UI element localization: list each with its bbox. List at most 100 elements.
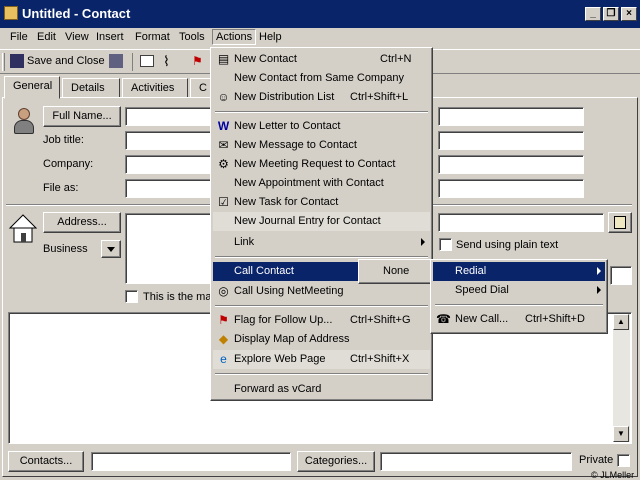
email-field[interactable] bbox=[438, 213, 604, 232]
address-type-label: Business bbox=[43, 243, 88, 255]
address-book-button[interactable] bbox=[608, 212, 632, 233]
address-type-dropdown[interactable] bbox=[101, 240, 121, 258]
save-icon-2[interactable] bbox=[109, 54, 123, 68]
file-as-field[interactable] bbox=[125, 179, 215, 198]
scroll-down-button[interactable]: ▼ bbox=[613, 426, 629, 442]
menu-help[interactable]: Help bbox=[259, 31, 282, 43]
tab-activities[interactable]: Activities bbox=[122, 78, 188, 98]
menu-separator bbox=[215, 373, 428, 375]
menu-file[interactable]: File bbox=[10, 31, 28, 43]
menu-item-new-call[interactable]: ☎ New Call... Ctrl+Shift+D bbox=[433, 310, 605, 329]
menu-bar: File Edit View Insert Format Tools Actio… bbox=[0, 28, 640, 48]
menu-item-new-dist-list[interactable]: ☺ New Distribution List Ctrl+Shift+L bbox=[213, 88, 430, 107]
menu-item-call-netmeeting[interactable]: ◎ Call Using NetMeeting bbox=[213, 282, 430, 301]
submenu-arrow-icon bbox=[421, 238, 425, 246]
menu-item-explore-web[interactable]: e Explore Web Page Ctrl+Shift+X bbox=[213, 350, 430, 369]
call-contact-submenu: None bbox=[358, 259, 434, 284]
mailing-address-label: This is the mai bbox=[143, 291, 214, 303]
full-name-field[interactable] bbox=[125, 107, 215, 126]
menu-item-flag[interactable]: ⚑ Flag for Follow Up... Ctrl+Shift+G bbox=[213, 311, 430, 330]
full-name-button[interactable]: Full Name... bbox=[43, 106, 121, 127]
job-title-field[interactable] bbox=[125, 131, 215, 150]
mailing-address-checkbox[interactable] bbox=[125, 290, 138, 303]
company-field[interactable] bbox=[125, 155, 215, 174]
plain-text-label: Send using plain text bbox=[456, 239, 559, 251]
distribution-list-icon: ☺ bbox=[217, 90, 230, 104]
menu-item-forward-vcard[interactable]: Forward as vCard bbox=[213, 380, 430, 399]
chevron-down-icon bbox=[107, 247, 115, 252]
menu-format[interactable]: Format bbox=[135, 31, 170, 43]
right-field-4[interactable] bbox=[438, 179, 584, 198]
menu-separator bbox=[435, 304, 603, 306]
submenu-arrow-icon bbox=[597, 286, 601, 294]
address-field[interactable] bbox=[125, 213, 215, 284]
menu-actions[interactable]: Actions bbox=[212, 29, 257, 45]
toolbar-grip bbox=[2, 53, 5, 71]
menu-edit[interactable]: Edit bbox=[37, 31, 56, 43]
toolbar-separator bbox=[132, 53, 133, 71]
netmeeting-icon: ◎ bbox=[218, 284, 229, 298]
menu-insert[interactable]: Insert bbox=[96, 31, 124, 43]
restore-button[interactable]: ❐ bbox=[603, 7, 619, 21]
right-field-3[interactable] bbox=[438, 155, 584, 174]
person-icon bbox=[10, 106, 38, 136]
web-page-field[interactable] bbox=[610, 266, 632, 285]
contact-card-icon: ▤ bbox=[217, 52, 230, 66]
menu-item-display-map[interactable]: ◆ Display Map of Address bbox=[213, 330, 430, 349]
menu-item-speed-dial[interactable]: Speed Dial bbox=[433, 281, 605, 300]
contacts-button[interactable]: Contacts... bbox=[8, 451, 84, 472]
right-field-2[interactable] bbox=[438, 131, 584, 150]
menu-item-new-message[interactable]: ✉ New Message to Contact bbox=[213, 136, 430, 155]
categories-field[interactable] bbox=[380, 452, 572, 471]
minimize-button[interactable]: _ bbox=[585, 7, 601, 21]
company-label: Company: bbox=[43, 158, 94, 170]
right-field-1[interactable] bbox=[438, 107, 584, 126]
actions-menu: ▤ New Contact Ctrl+N New Contact from Sa… bbox=[210, 47, 433, 401]
house-icon bbox=[8, 212, 38, 244]
address-button[interactable]: Address... bbox=[43, 212, 121, 233]
menu-item-new-task[interactable]: ☑ New Task for Contact bbox=[213, 193, 430, 212]
menu-separator bbox=[215, 305, 428, 307]
file-as-label: File as: bbox=[43, 182, 79, 194]
submenu-arrow-icon bbox=[597, 267, 601, 275]
save-icon bbox=[10, 54, 24, 68]
contact-card-icon bbox=[4, 6, 18, 20]
save-and-close-button[interactable]: Save and Close bbox=[27, 55, 105, 67]
menu-item-new-letter[interactable]: W New Letter to Contact bbox=[213, 117, 430, 136]
menu-item-new-contact[interactable]: ▤ New Contact Ctrl+N bbox=[213, 50, 430, 69]
notes-scrollbar[interactable]: ▲ ▼ bbox=[613, 314, 630, 442]
flag-icon: ⚑ bbox=[218, 313, 229, 327]
tab-details[interactable]: Details bbox=[62, 78, 120, 98]
menu-tools[interactable]: Tools bbox=[179, 31, 205, 43]
contacts-field[interactable] bbox=[91, 452, 291, 471]
menu-separator bbox=[215, 111, 428, 113]
flag-icon[interactable]: ⚑ bbox=[192, 54, 203, 68]
paperclip-icon[interactable]: ⌇ bbox=[163, 53, 170, 70]
phone-icon: ☎ bbox=[436, 312, 451, 326]
print-icon[interactable] bbox=[140, 55, 154, 67]
title-bar: Untitled - Contact _ ❐ × bbox=[0, 0, 640, 28]
menu-item-redial[interactable]: Redial bbox=[433, 262, 605, 281]
task-icon: ☑ bbox=[218, 195, 229, 209]
categories-button[interactable]: Categories... bbox=[297, 451, 375, 472]
menu-item-new-journal[interactable]: New Journal Entry for Contact bbox=[213, 212, 430, 231]
private-checkbox[interactable] bbox=[617, 454, 630, 467]
envelope-icon: ✉ bbox=[218, 138, 229, 152]
menu-item-none[interactable]: None bbox=[361, 262, 431, 281]
menu-item-link[interactable]: Link bbox=[213, 233, 430, 252]
close-button[interactable]: × bbox=[621, 7, 637, 21]
menu-item-new-same-company[interactable]: New Contact from Same Company bbox=[213, 69, 430, 88]
menu-item-new-appointment[interactable]: New Appointment with Contact bbox=[213, 174, 430, 193]
plain-text-checkbox[interactable] bbox=[439, 238, 452, 251]
web-browser-icon: e bbox=[220, 352, 227, 366]
job-title-label: Job title: bbox=[43, 134, 84, 146]
meeting-icon: ⚙ bbox=[218, 157, 229, 171]
menu-item-new-meeting[interactable]: ⚙ New Meeting Request to Contact bbox=[213, 155, 430, 174]
map-icon: ◆ bbox=[218, 332, 229, 346]
window-title: Untitled - Contact bbox=[22, 6, 131, 21]
call-options-submenu: Redial Speed Dial ☎ New Call... Ctrl+Shi… bbox=[430, 259, 608, 334]
address-book-icon bbox=[614, 216, 626, 229]
menu-view[interactable]: View bbox=[65, 31, 89, 43]
tab-general[interactable]: General bbox=[4, 76, 60, 99]
scroll-up-button[interactable]: ▲ bbox=[613, 314, 629, 330]
